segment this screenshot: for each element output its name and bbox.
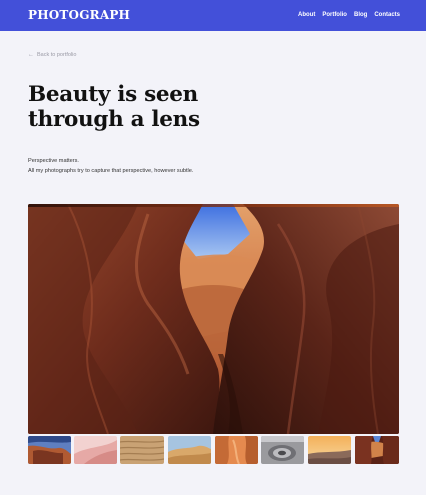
desert-dunes-thumbnail[interactable] — [168, 436, 211, 464]
antelope-canyon-photo — [28, 204, 399, 434]
page-title-line-2: through a lens — [28, 107, 200, 132]
sunset-desert-thumbnail[interactable] — [308, 436, 351, 464]
page-description: Perspective matters. All my photographs … — [28, 157, 193, 176]
pink-sand-thumbnail[interactable] — [74, 436, 117, 464]
brand-logo[interactable]: PHOTOGRAPH — [28, 8, 130, 22]
nav-link-blog[interactable]: Blog — [354, 11, 367, 19]
description-line-1: Perspective matters. — [28, 158, 79, 164]
orange-canyon-thumbnail[interactable] — [215, 436, 258, 464]
main-navigation: About Portfolio Blog Contacts — [298, 11, 400, 19]
circular-rock-thumbnail[interactable] — [261, 436, 304, 464]
description-line-2: All my photographs try to capture that p… — [28, 167, 194, 174]
arrow-left-icon: ← — [28, 52, 34, 58]
page-title: Beauty is seen through a lens — [28, 82, 228, 132]
nav-link-about[interactable]: About — [298, 11, 315, 19]
nav-link-contacts[interactable]: Contacts — [374, 11, 400, 19]
back-link-label: Back to portfolio — [37, 52, 77, 58]
sand-ripples-thumbnail[interactable] — [120, 436, 164, 464]
canyon-thumbnail[interactable] — [355, 436, 399, 464]
top-navigation-bar: PHOTOGRAPH About Portfolio Blog Contacts — [0, 0, 426, 31]
thumbnail-strip — [28, 436, 399, 464]
rock-sky-thumbnail[interactable] — [28, 436, 71, 464]
back-to-portfolio-link[interactable]: ← Back to portfolio — [28, 52, 76, 58]
nav-link-portfolio[interactable]: Portfolio — [322, 11, 347, 19]
page-title-line-1: Beauty is seen — [28, 82, 198, 107]
